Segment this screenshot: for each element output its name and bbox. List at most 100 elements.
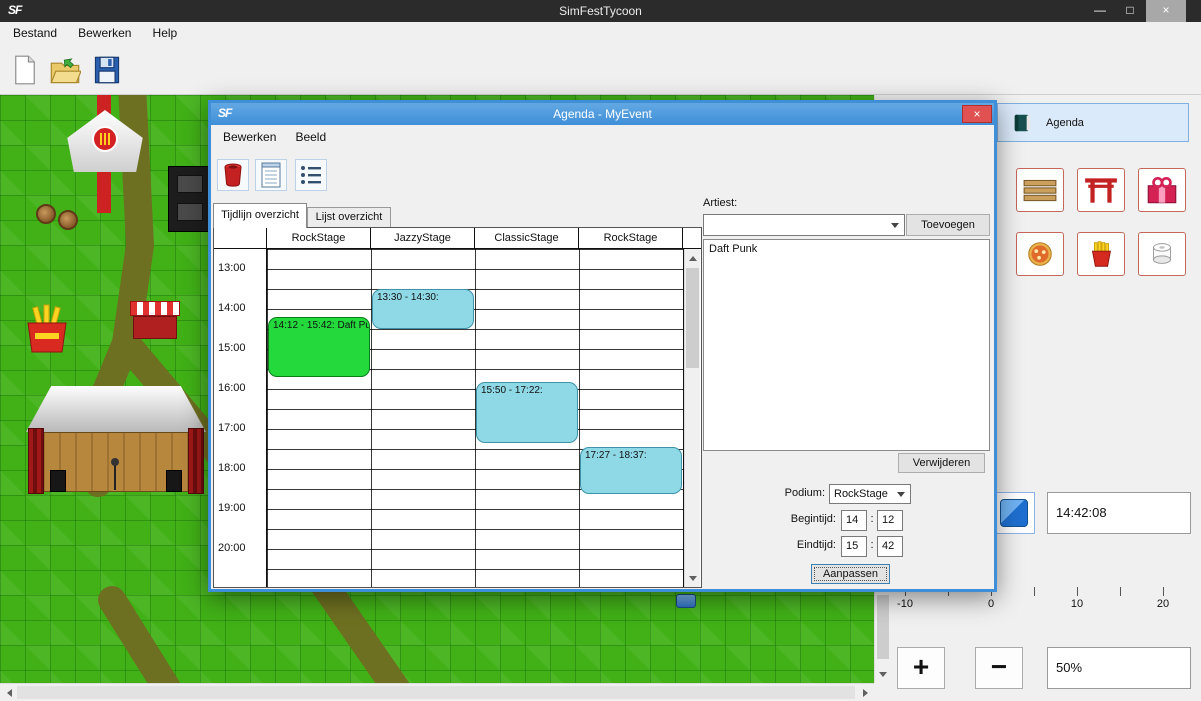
dialog-menu-bewerken[interactable]: Bewerken [215,125,284,149]
time-label: 14:00 [214,302,264,314]
event-classicstage[interactable]: 15:50 - 17:22: [476,382,578,443]
slider-tick [1034,587,1035,596]
dialog-menu-beeld[interactable]: Beeld [287,125,334,149]
timetable-grid[interactable]: 14:12 - 15:42: Daft Punk 13:30 - 14:30: … [267,249,684,587]
agenda-dialog: Agenda - MyEvent SF × Bewerken Beeld [208,100,997,592]
time-separator: : [868,513,876,525]
agenda-button-label: Agenda [1046,117,1084,129]
artist-listbox[interactable]: Daft Punk [703,239,990,451]
gift-icon [1144,175,1180,205]
delete-event-button[interactable] [217,159,249,191]
shop-item-toilet-paper[interactable] [1138,232,1186,276]
shop-item-torii-gate[interactable] [1077,168,1125,212]
menu-bewerken[interactable]: Bewerken [69,22,140,44]
awning [130,301,180,316]
timetable-scrollbar[interactable] [684,249,700,587]
remove-artist-button[interactable]: Verwijderen [898,453,985,473]
zoom-in-button[interactable]: + [897,647,945,689]
artist-label: Artiest: [703,197,737,209]
begin-hour-field[interactable]: 14 [841,510,867,531]
zoom-level: 50% [1047,647,1191,689]
menu-bestand[interactable]: Bestand [4,22,66,44]
scroll-right-arrow[interactable] [857,684,874,701]
time-label: 13:00 [214,262,264,274]
open-file-button[interactable] [46,51,84,89]
slider-tick [1120,587,1121,596]
begin-time-label: Begintijd: [711,513,836,525]
close-button[interactable]: × [1146,0,1186,22]
striped-stand[interactable] [130,301,180,339]
pallet-icon [1022,175,1058,205]
torii-gate-icon [1083,175,1119,205]
pizza-icon [1024,239,1056,269]
dialog-title: Agenda - MyEvent [211,103,994,125]
scroll-down-arrow[interactable] [875,666,891,683]
end-minute-field[interactable]: 42 [877,536,903,557]
stage-speaker-right [166,470,182,492]
scroll-down-arrow[interactable] [685,570,700,587]
barrel-table[interactable] [36,200,84,238]
scroll-thumb[interactable] [686,268,699,368]
shop-item-pallet[interactable] [1016,168,1064,212]
speaker-stack[interactable] [168,166,210,232]
end-hour-field[interactable]: 15 [841,536,867,557]
timeline-view-button[interactable] [255,159,287,191]
app-logo-icon: SF [8,3,21,17]
podium-combobox[interactable]: RockStage [829,484,911,504]
agenda-book-icon [1012,112,1034,134]
stage-speaker-left [50,470,66,492]
main-stage[interactable] [26,386,206,506]
chevron-down-icon [897,492,905,501]
time-speed-button[interactable] [993,492,1035,534]
menubar: Bestand Bewerken Help [0,22,1201,44]
time-icon [1000,499,1028,527]
begin-minute-field[interactable]: 12 [877,510,903,531]
scroll-left-arrow[interactable] [0,684,17,701]
menu-help[interactable]: Help [144,22,187,44]
chevron-down-icon [891,223,899,232]
slider-tick-label: 10 [1062,598,1092,610]
dialog-titlebar[interactable]: Agenda - MyEvent SF × [211,103,994,125]
tab-tijdlijn-overzicht[interactable]: Tijdlijn overzicht [213,203,307,228]
fries-stand[interactable] [18,303,76,355]
event-jazzystage[interactable]: 13:30 - 14:30: [372,289,474,329]
time-label: 19:00 [214,502,264,514]
stand-body [133,316,177,339]
shop-item-fries[interactable] [1077,232,1125,276]
blue-marker[interactable] [676,594,696,608]
zoom-out-button[interactable]: − [975,647,1023,689]
shop-item-pizza[interactable] [1016,232,1064,276]
time-gutter: 13:00 14:00 15:00 16:00 17:00 18:00 19:0… [214,249,267,587]
shop-item-gift[interactable] [1138,168,1186,212]
mic-stand [114,464,116,490]
new-file-button[interactable] [6,51,44,89]
artist-combobox[interactable] [703,214,905,236]
time-label: 17:00 [214,422,264,434]
dialog-menubar: Bewerken Beeld [211,125,994,149]
tab-lijst-overzicht[interactable]: Lijst overzicht [307,207,391,228]
scroll-thumb[interactable] [17,686,855,699]
titlebar[interactable]: SimFestTycoon SF — □ × [0,0,1201,22]
event-rockstage-2[interactable]: 17:27 - 18:37: [580,447,682,494]
stage-curtain-right [188,428,204,494]
scroll-up-arrow[interactable] [685,249,700,266]
add-artist-button[interactable]: Toevoegen [906,214,990,236]
event-daft-punk[interactable]: 14:12 - 15:42: Daft Punk [268,317,370,377]
list-view-button[interactable] [295,159,327,191]
time-label: 18:00 [214,462,264,474]
dialog-close-button[interactable]: × [962,105,992,123]
scroll-thumb[interactable] [877,595,889,659]
trash-icon [221,162,245,188]
maximize-button[interactable]: □ [1116,0,1144,22]
slider-tick-label: 20 [1148,598,1178,610]
barrel-icon [58,210,78,230]
save-button[interactable] [88,51,126,89]
agenda-button[interactable]: Agenda [997,103,1189,142]
food-tent[interactable] [64,110,146,172]
artist-list-item[interactable]: Daft Punk [704,240,989,258]
minimize-button[interactable]: — [1086,0,1114,22]
slider-tick [1163,587,1164,596]
apply-button[interactable]: Aanpassen [811,564,890,584]
time-separator: : [868,539,876,551]
map-horizontal-scrollbar[interactable] [0,683,874,701]
